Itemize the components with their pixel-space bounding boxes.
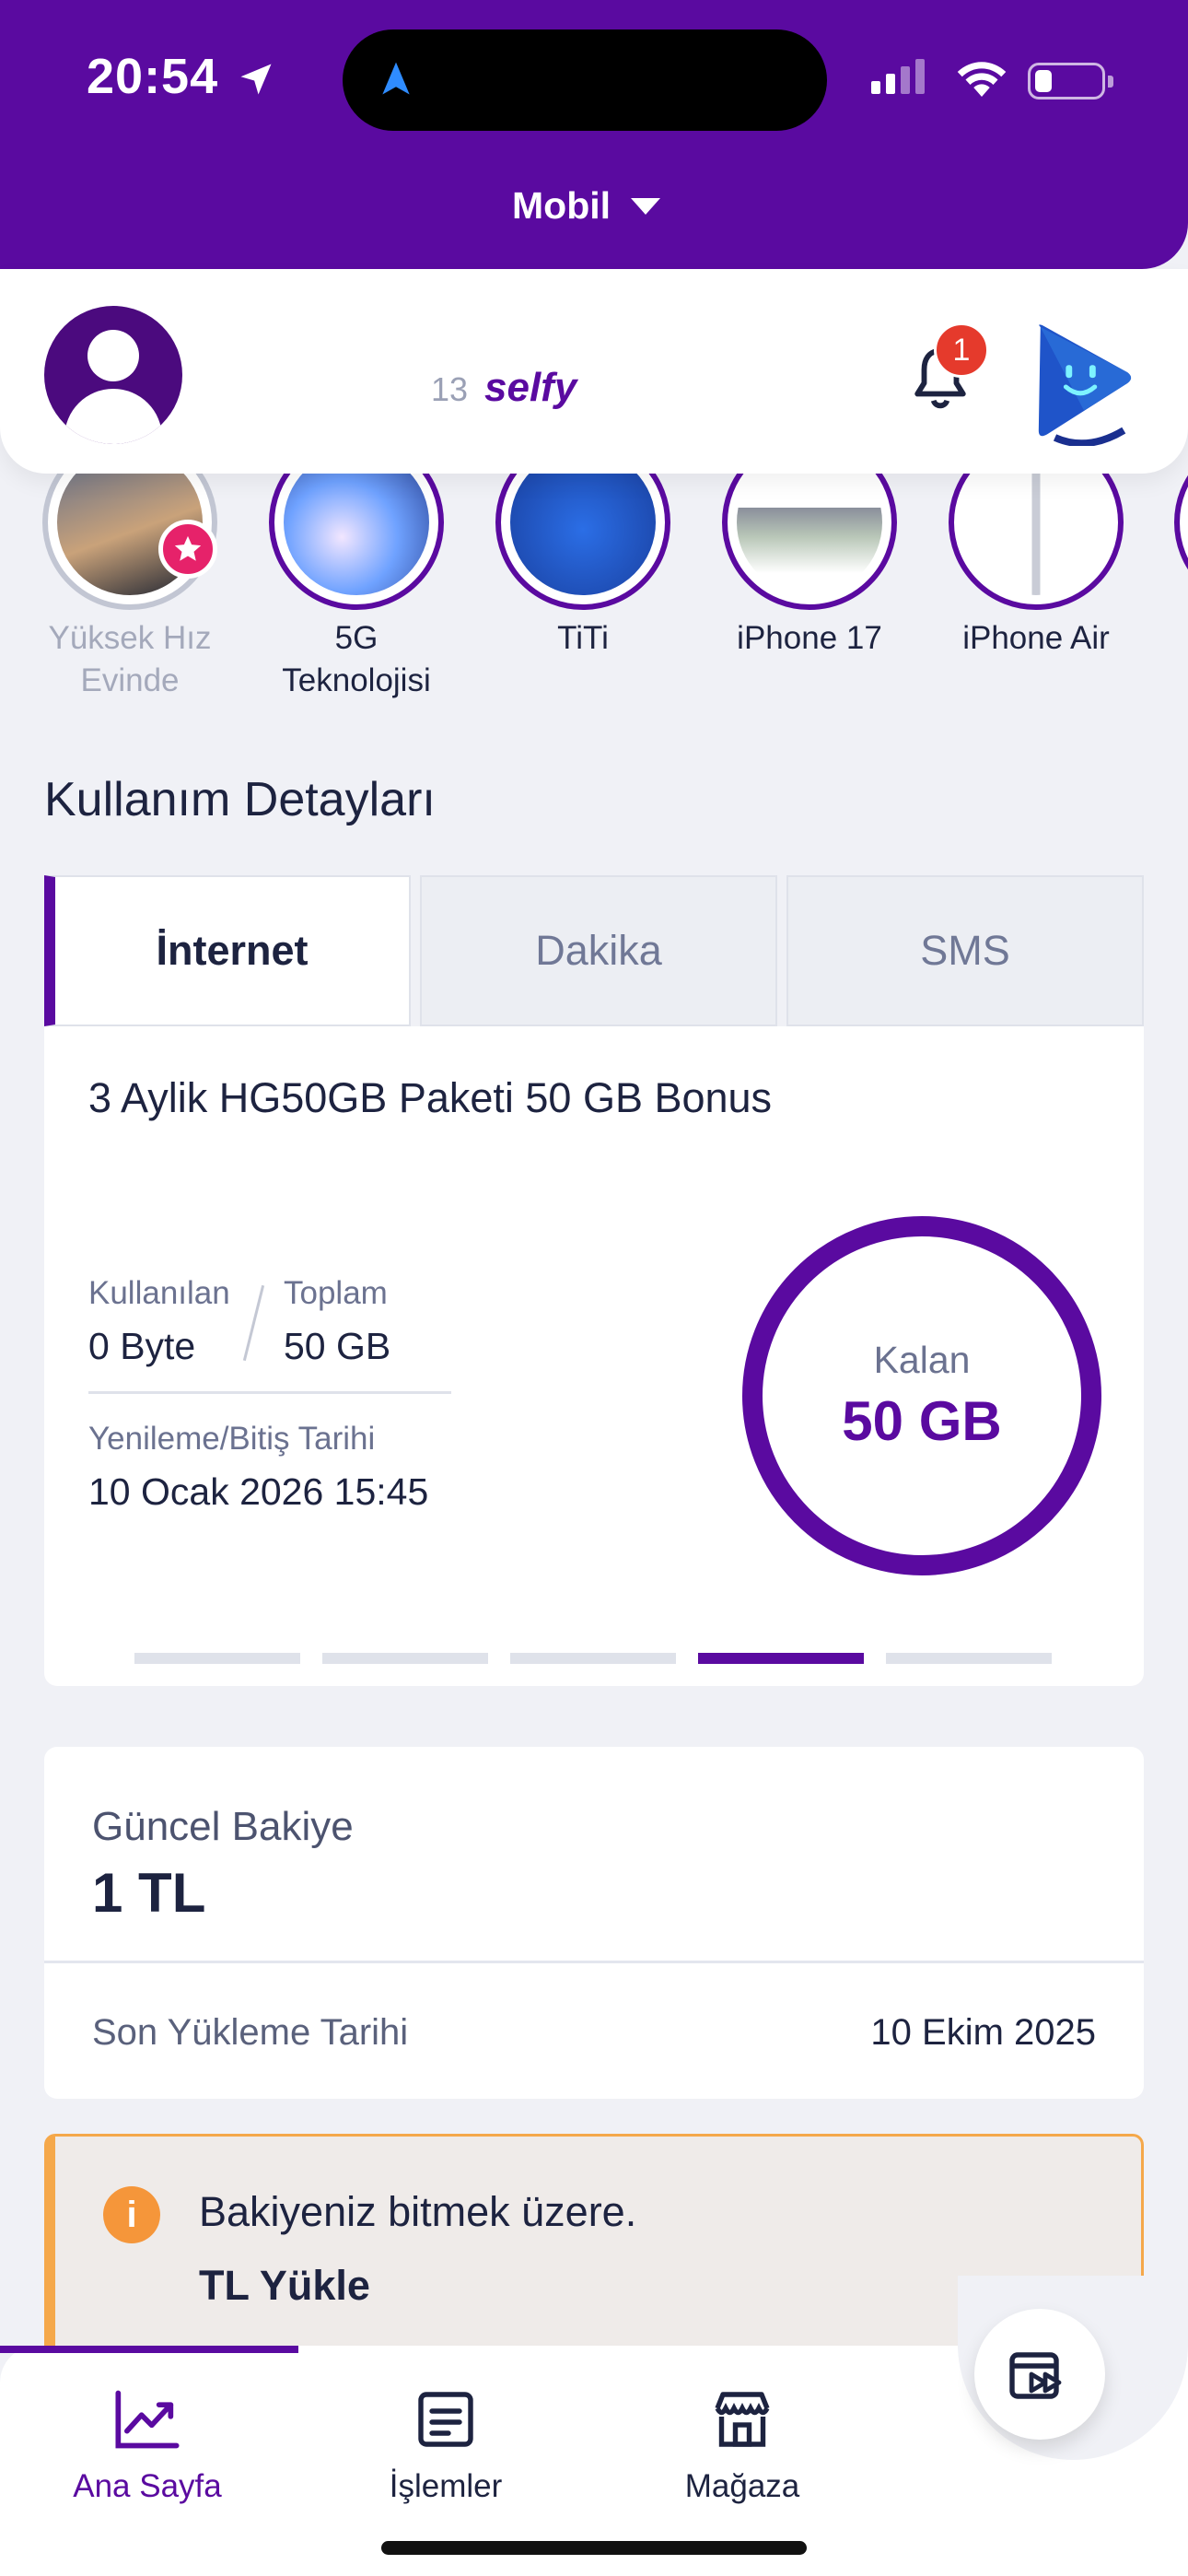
- cellular-signal-icon: [871, 59, 925, 94]
- usage-section-title: Kullanım Detayları: [44, 773, 436, 826]
- divider: [88, 1391, 451, 1394]
- balance-label: Güncel Bakiye: [92, 1804, 354, 1849]
- story-label: 5G Teknolojisi: [282, 620, 431, 698]
- pager-dot[interactable]: [886, 1653, 1052, 1664]
- location-arrow-icon: [240, 64, 272, 95]
- warning-message: Bakiyeniz bitmek üzere.: [199, 2188, 637, 2235]
- divider-slash: [242, 1284, 265, 1362]
- balance-value: 1 TL: [92, 1862, 206, 1924]
- avatar[interactable]: [44, 306, 182, 444]
- battery-icon: [1028, 63, 1113, 100]
- nav-label: İşlemler: [389, 2468, 503, 2504]
- used-label: Kullanılan: [88, 1275, 230, 1311]
- package-pager: [134, 1653, 1052, 1664]
- pager-dot[interactable]: [134, 1653, 300, 1664]
- wifi-icon: [957, 62, 1007, 97]
- nav-home[interactable]: Ana Sayfa: [37, 2386, 258, 2505]
- tab-internet[interactable]: İnternet: [44, 875, 411, 1026]
- top-up-link[interactable]: TL Yükle: [199, 2262, 370, 2310]
- total-value: 50 GB: [284, 1325, 391, 1367]
- remaining-donut: Kalan 50 GB: [742, 1216, 1101, 1575]
- line-type-selector[interactable]: Mobil: [512, 184, 661, 228]
- pager-dot[interactable]: [510, 1653, 676, 1664]
- home-indicator: [381, 2541, 807, 2555]
- last-topup-label: Son Yükleme Tarihi: [92, 2012, 409, 2053]
- play-media-icon: [1009, 2352, 1062, 2399]
- media-fab-button[interactable]: [974, 2309, 1105, 2440]
- tab-minutes[interactable]: Dakika: [420, 875, 777, 1026]
- star-badge-icon: [158, 520, 217, 579]
- balance-card[interactable]: Güncel Bakiye 1 TL Son Yükleme Tarihi 10…: [44, 1747, 1144, 2099]
- package-name: 3 Aylik HG50GB Paketi 50 GB Bonus: [88, 1074, 773, 1121]
- receipt-icon: [418, 2392, 473, 2447]
- usage-tabs: İnternet Dakika SMS: [44, 875, 1144, 1026]
- chart-icon: [115, 2390, 180, 2449]
- renewal-value: 10 Ocak 2026 15:45: [88, 1470, 429, 1513]
- profile-name: 13 selfy: [217, 324, 577, 426]
- tab-sms[interactable]: SMS: [786, 875, 1144, 1026]
- nav-transactions[interactable]: İşlemler: [335, 2386, 556, 2505]
- notification-badge: 1: [934, 322, 989, 378]
- caret-down-icon: [631, 197, 661, 215]
- redacted-name: [217, 324, 438, 426]
- used-value: 0 Byte: [88, 1325, 196, 1367]
- line-type-label: Mobil: [512, 184, 611, 227]
- profile-name-suffix: 13: [431, 370, 469, 408]
- usage-card[interactable]: 3 Aylik HG50GB Paketi 50 GB Bonus Kullan…: [44, 1026, 1144, 1686]
- info-icon: i: [103, 2186, 160, 2243]
- top-header: 20:54 Mobil: [0, 0, 1188, 269]
- story-label: iPhone 17: [737, 620, 882, 656]
- renewal-label: Yenileme/Bitiş Tarihi: [88, 1421, 376, 1457]
- divider: [44, 1961, 1144, 1963]
- story-label: Yüksek Hız Evinde: [48, 620, 212, 698]
- titi-logo-icon[interactable]: [1030, 317, 1138, 446]
- remaining-label: Kalan: [873, 1339, 971, 1381]
- status-time: 20:54: [87, 49, 219, 104]
- pager-dot[interactable]: [322, 1653, 488, 1664]
- navigation-icon: [382, 62, 410, 95]
- store-icon: [715, 2392, 770, 2447]
- pager-dot-active[interactable]: [698, 1653, 864, 1664]
- nav-active-indicator: [0, 2346, 298, 2353]
- selfy-brand: selfy: [484, 365, 577, 410]
- remaining-value: 50 GB: [842, 1390, 1002, 1452]
- nav-store[interactable]: Mağaza: [632, 2386, 853, 2505]
- last-topup-value: 10 Ekim 2025: [870, 2012, 1096, 2053]
- story-label: iPhone Air: [962, 620, 1110, 656]
- profile-card: 13 selfy: [0, 269, 1188, 474]
- story-label: TiTi: [557, 620, 609, 656]
- nav-label: Ana Sayfa: [73, 2468, 222, 2504]
- nav-label: Mağaza: [684, 2468, 800, 2504]
- total-label: Toplam: [284, 1275, 388, 1311]
- story-item-5g[interactable]: 5G Teknolojisi: [264, 435, 448, 702]
